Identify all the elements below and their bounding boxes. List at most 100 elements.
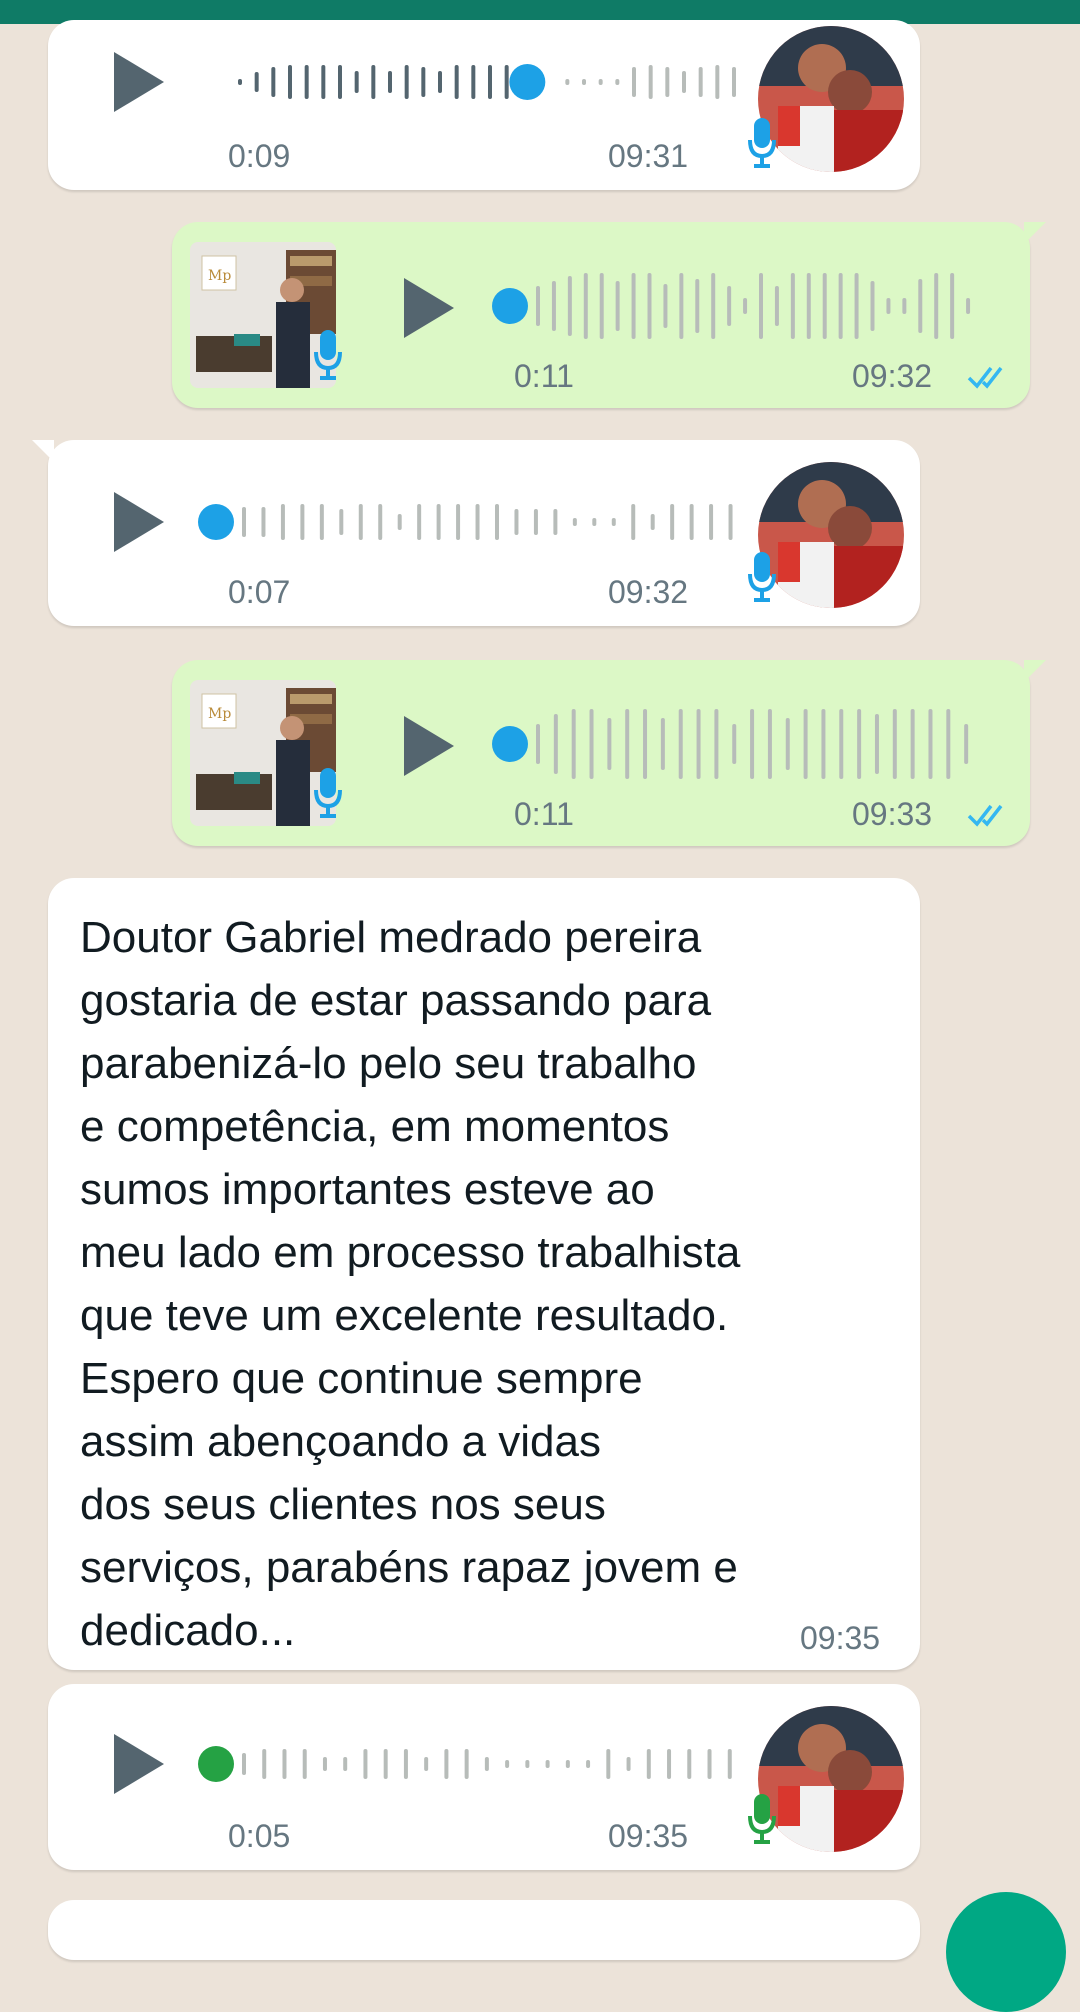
waveform-bar <box>582 79 586 85</box>
waveform-bar <box>383 1749 388 1779</box>
waveform-bar <box>424 1757 429 1771</box>
waveform[interactable] <box>492 266 992 346</box>
waveform-bar <box>242 1753 246 1775</box>
waveform-bar <box>403 1749 408 1779</box>
waveform-bar <box>495 504 499 540</box>
avatar-photo <box>758 1706 904 1852</box>
waveform-bar <box>695 279 700 333</box>
waveform-bar <box>583 273 588 339</box>
waveform-bar <box>371 65 376 99</box>
waveform-bar <box>707 1749 712 1779</box>
voice-duration: 0:07 <box>228 574 291 610</box>
message-time: 09:35 <box>608 1818 689 1854</box>
waveform-bar <box>454 65 459 99</box>
waveform-bar <box>774 286 779 326</box>
waveform-bar <box>670 504 675 540</box>
message-time: 09:32 <box>608 574 689 610</box>
waveform-bar <box>319 504 324 540</box>
waveform-bar <box>857 709 862 779</box>
microphone-icon <box>748 118 776 170</box>
waveform-bar <box>378 504 383 540</box>
play-icon[interactable] <box>114 52 164 112</box>
waveform-bar <box>918 279 923 333</box>
waveform-bar <box>464 1749 469 1779</box>
waveform-bar <box>732 67 736 97</box>
waveform-bar <box>322 1757 327 1771</box>
waveform-bar <box>663 284 668 328</box>
waveform-bar <box>262 1749 267 1779</box>
avatar-photo <box>758 462 904 608</box>
waveform-bar <box>647 273 652 339</box>
waveform-bar <box>397 514 402 530</box>
waveform-bar <box>966 298 971 314</box>
waveform-bar <box>964 724 969 764</box>
waveform-bar <box>444 1749 449 1779</box>
waveform-bar <box>565 1760 570 1768</box>
microphone-icon <box>314 330 342 382</box>
waveform-bar <box>338 65 342 99</box>
waveform-bar <box>709 504 714 540</box>
double-check-icon <box>967 804 1003 826</box>
double-check-icon <box>967 366 1003 388</box>
waveform-bar <box>667 1749 672 1779</box>
waveform-bar <box>626 1757 631 1771</box>
play-icon[interactable] <box>404 716 454 776</box>
waveform-bar <box>696 709 701 779</box>
waveform-bar <box>615 79 620 85</box>
waveform-bar <box>682 71 686 93</box>
waveform-bar <box>727 286 732 326</box>
waveform-bar <box>631 504 636 540</box>
waveform-bar <box>854 273 859 339</box>
voice-message[interactable]: 0:05 09:35 <box>48 1684 920 1870</box>
waveform-bar <box>505 1760 510 1768</box>
waveform-bar <box>261 507 266 537</box>
play-icon[interactable] <box>404 278 454 338</box>
voice-message[interactable]: 0:11 09:32 <box>172 222 1046 408</box>
waveform-bar <box>599 273 604 339</box>
microphone-icon <box>314 768 342 820</box>
voice-message[interactable]: 0:09 09:31 <box>48 20 920 190</box>
voice-message[interactable]: 0:11 09:33 <box>172 660 1046 846</box>
waveform-bar <box>536 286 540 326</box>
voice-duration: 0:05 <box>228 1818 291 1854</box>
waveform-bar <box>302 1749 307 1779</box>
waveform[interactable] <box>198 482 758 562</box>
waveform-bar <box>631 273 636 339</box>
waveform[interactable] <box>228 42 748 122</box>
waveform-bar <box>436 504 441 540</box>
waveform-bar <box>643 709 648 779</box>
waveform-bar <box>678 709 683 779</box>
waveform-bar <box>928 709 933 779</box>
waveform-bar <box>525 1760 530 1768</box>
waveform-bar <box>339 509 344 535</box>
play-icon[interactable] <box>114 1734 164 1794</box>
waveform-bar <box>727 1749 732 1779</box>
waveform-bar <box>648 65 653 99</box>
waveform-bar <box>767 709 772 779</box>
waveform-bar <box>910 709 915 779</box>
play-icon[interactable] <box>114 492 164 552</box>
waveform-bar <box>715 65 720 99</box>
waveform-bar <box>343 1757 348 1771</box>
voice-message[interactable]: 0:07 09:32 <box>32 440 920 626</box>
waveform-bar <box>870 281 875 331</box>
waveform-bar <box>838 273 843 339</box>
waveform[interactable] <box>492 704 992 784</box>
waveform-bar <box>687 1749 692 1779</box>
voice-duration: 0:11 <box>514 796 574 832</box>
waveform-bar <box>553 509 558 535</box>
waveform[interactable] <box>198 1724 758 1804</box>
waveform-bar <box>404 65 409 99</box>
next-message-partial <box>48 1900 920 1960</box>
waveform-bar <box>728 504 733 540</box>
waveform-bar <box>803 709 808 779</box>
waveform-bar <box>565 79 570 85</box>
playback-position-dot <box>492 726 528 762</box>
waveform-bar <box>484 1757 489 1771</box>
scroll-down-button[interactable] <box>946 1892 1066 2012</box>
waveform-bar <box>271 67 276 97</box>
waveform-bar <box>288 65 292 99</box>
playback-position-dot <box>198 1746 234 1782</box>
waveform-bar <box>282 1749 287 1779</box>
waveform-bar <box>874 714 879 774</box>
